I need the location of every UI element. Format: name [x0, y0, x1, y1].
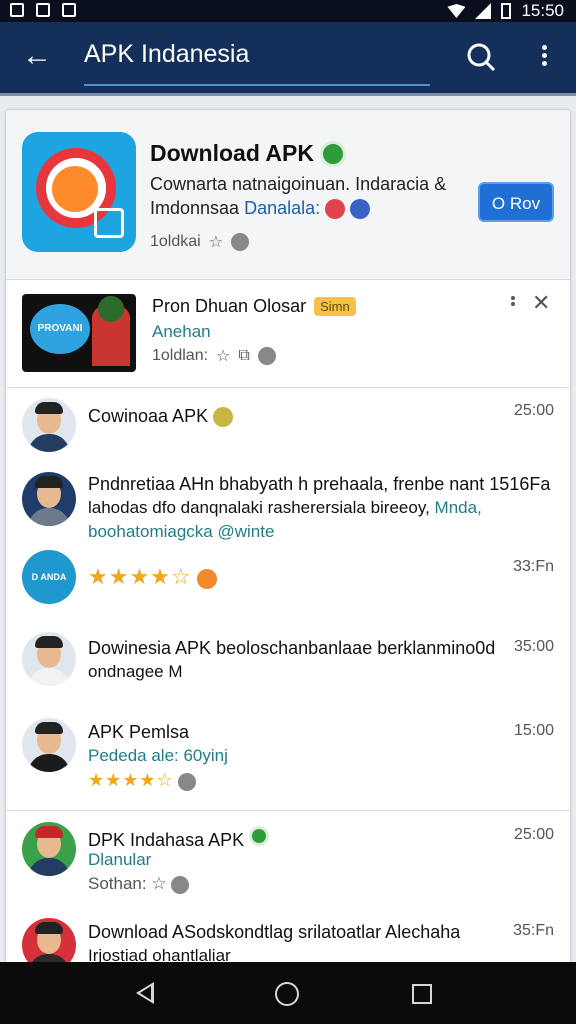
title-underline: [84, 84, 430, 86]
info-icon: [171, 875, 190, 894]
system-nav-bar: [0, 962, 576, 1024]
avatar: [22, 632, 76, 686]
star-icon: ☆: [216, 348, 231, 365]
list-item[interactable]: Cowinoaa APK 25:00: [6, 394, 570, 454]
status-time: 15:50: [521, 1, 564, 20]
timestamp: 15:00: [513, 722, 554, 739]
avatar: [22, 822, 76, 876]
status-bar: 15:50: [0, 0, 576, 22]
sponsored-item[interactable]: PROVANI Pron Dhuan Olosar Simn Anehan 1o…: [6, 280, 570, 388]
list-item[interactable]: APK Pemlsa Pededa ale: 60yinj ★★★★☆ 15:0…: [6, 714, 570, 802]
close-icon[interactable]: ✕: [532, 290, 550, 316]
divider: [6, 810, 570, 811]
overflow-menu-icon[interactable]: [534, 42, 554, 72]
info-icon: [178, 772, 197, 791]
app-name: Download APK: [150, 140, 346, 167]
nav-recents-icon[interactable]: [412, 984, 432, 1004]
install-button[interactable]: O Rov: [478, 182, 554, 222]
emoji-icon: [325, 199, 346, 220]
avatar: [22, 718, 76, 772]
verified-badge-icon: [249, 826, 270, 846]
nav-home-icon[interactable]: [275, 982, 299, 1006]
emoji-icon: [350, 199, 371, 220]
emoji-icon: [196, 569, 217, 590]
ad-badge: Simn: [314, 297, 356, 316]
more-options-icon[interactable]: [508, 294, 518, 314]
app-meta: 1oldkai ☆: [150, 232, 250, 252]
rating-stars: ★★★★☆: [88, 770, 174, 790]
avatar: D ANDA: [22, 550, 76, 604]
list-item[interactable]: Pndnretiaa AHn bhabyath h prehaala, fren…: [6, 466, 570, 546]
emoji-icon: [213, 407, 234, 428]
featured-app[interactable]: Download APK Cownarta natnaigoinuan. Ind…: [6, 110, 570, 280]
timestamp: 35:Fn: [513, 922, 554, 939]
list-item[interactable]: D ANDA ★★★★☆ 33:Fn: [6, 550, 570, 612]
wifi-icon: [447, 4, 466, 18]
nav-back-icon[interactable]: [136, 982, 154, 1004]
back-arrow-icon[interactable]: ←: [22, 38, 52, 74]
star-icon: ☆: [208, 234, 224, 251]
search-icon[interactable]: [466, 42, 496, 72]
ad-title: Pron Dhuan Olosar Simn: [152, 296, 356, 317]
download-icon: ⧉: [238, 347, 250, 364]
star-icon: ☆: [151, 874, 167, 893]
app-bar: ← APK Indanesia: [0, 22, 576, 96]
timestamp: 25:00: [513, 402, 554, 419]
notification-icon: [62, 3, 76, 17]
ad-thumbnail: PROVANI: [22, 294, 136, 372]
notification-icon: [10, 3, 24, 17]
info-icon: [257, 347, 276, 365]
download-icon: [231, 233, 250, 251]
notification-icon: [36, 3, 50, 17]
timestamp: 33:Fn: [513, 558, 554, 575]
app-logo-icon: [22, 132, 136, 252]
signal-icon: [475, 3, 492, 19]
list-item[interactable]: DPK Indahasa APK Dlanular Sothan: ☆ 25:0…: [6, 818, 570, 898]
avatar: [22, 398, 76, 452]
app-description: Cownarta natnaigoinuan. Indaracia &: [150, 174, 447, 194]
battery-icon: [501, 3, 512, 19]
timestamp: 35:00: [513, 638, 554, 655]
avatar: [22, 472, 76, 526]
page-title: APK Indanesia: [84, 40, 250, 68]
list-item[interactable]: Dowinesia APK beoloschanbanlaae berklanm…: [6, 630, 570, 694]
rating-stars: ★★★★☆: [88, 564, 192, 589]
app-description-2: Imdonnsaa Danalala:: [150, 198, 371, 220]
timestamp: 25:00: [513, 826, 554, 843]
verified-badge-icon: [319, 140, 346, 167]
ad-meta: 1oldlan: ☆ ⧉: [152, 346, 276, 366]
ad-subtitle: Anehan: [152, 322, 211, 341]
content-card: Download APK Cownarta natnaigoinuan. Ind…: [6, 110, 570, 970]
